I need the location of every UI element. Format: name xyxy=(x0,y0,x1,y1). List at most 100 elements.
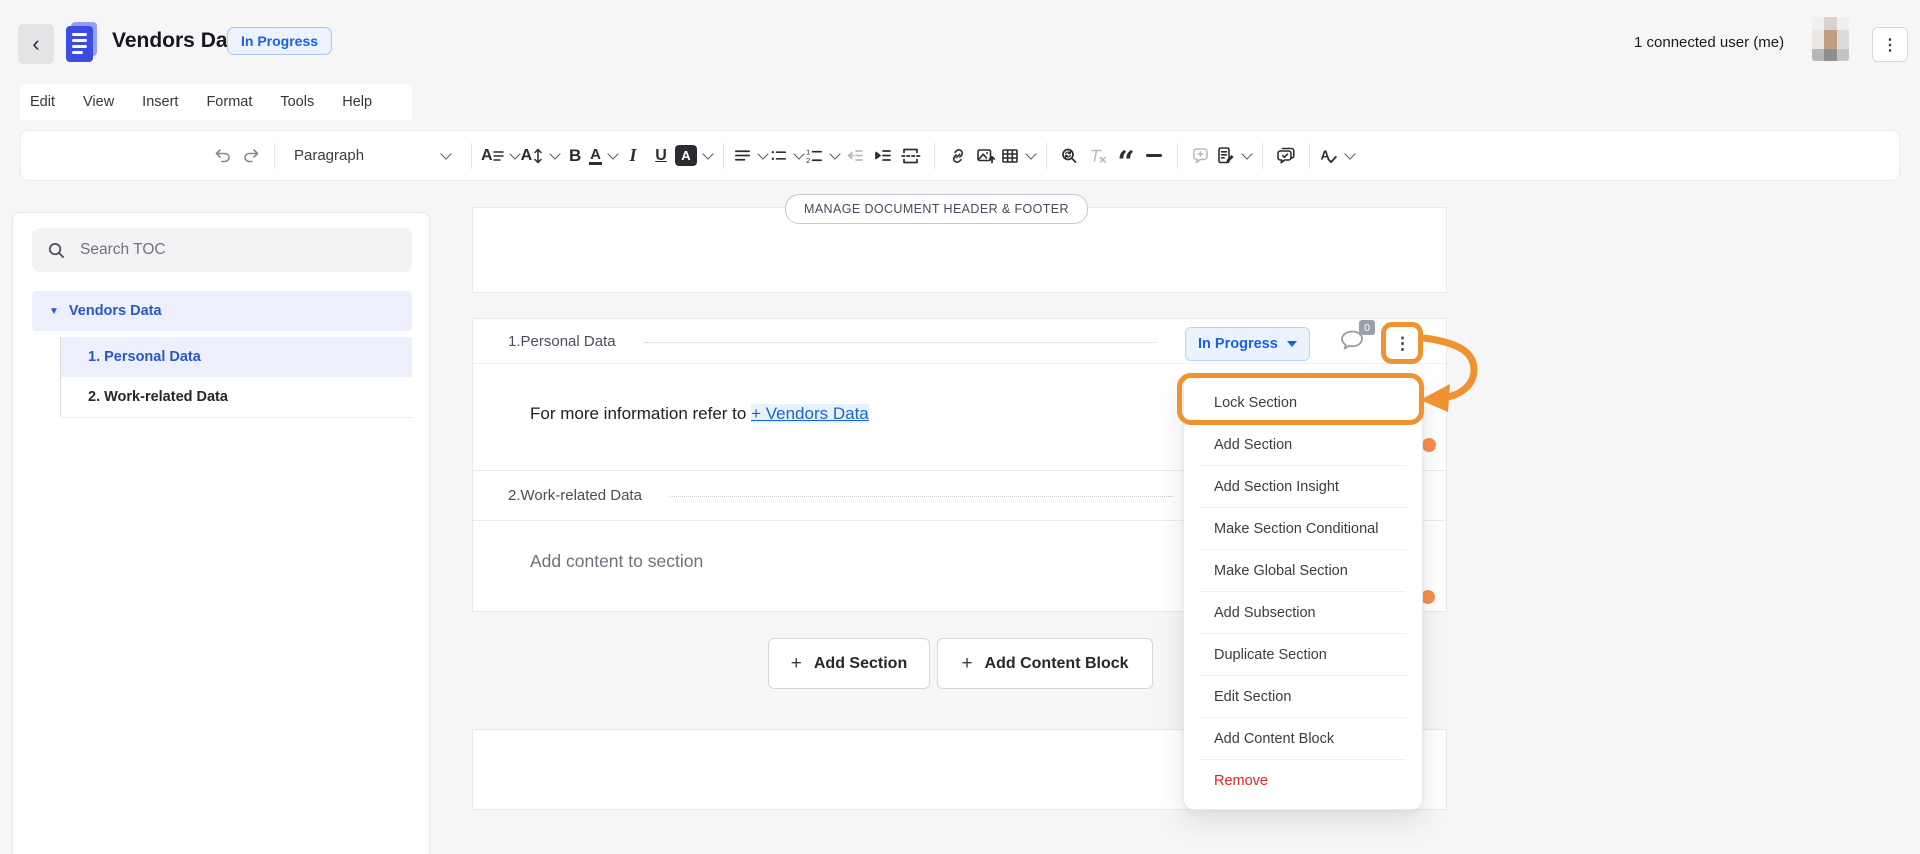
toolbar-divider xyxy=(1262,143,1263,169)
comment-marker-dot[interactable] xyxy=(1421,590,1435,604)
menu-help[interactable]: Help xyxy=(342,94,372,110)
menu-format[interactable]: Format xyxy=(206,94,252,110)
menu-item-make-section-conditional[interactable]: Make Section Conditional xyxy=(1184,508,1422,549)
chevron-down-icon xyxy=(509,148,520,159)
chevron-down-icon xyxy=(607,148,618,159)
underline-button[interactable]: U xyxy=(647,140,675,172)
manage-header-footer-button[interactable]: MANAGE DOCUMENT HEADER & FOOTER xyxy=(785,194,1088,224)
toc-item-vendors-data[interactable]: ▼ Vendors Data xyxy=(32,291,412,331)
section-title: 2.Work-related Data xyxy=(508,487,642,504)
toolbar-divider xyxy=(1046,143,1047,169)
document-edit-dropdown[interactable] xyxy=(1215,140,1253,172)
toolbar-divider xyxy=(471,143,472,169)
tree-divider xyxy=(61,417,412,418)
menu-item-make-global-section[interactable]: Make Global Section xyxy=(1184,550,1422,591)
paragraph-style-dropdown[interactable]: Paragraph xyxy=(288,147,458,164)
indent-button[interactable] xyxy=(869,140,897,172)
outdent-button[interactable] xyxy=(841,140,869,172)
italic-button[interactable]: I xyxy=(619,140,647,172)
horizontal-rule-button[interactable] xyxy=(1140,140,1168,172)
back-icon: ‹ xyxy=(32,31,39,57)
highlight-color-dropdown[interactable]: A xyxy=(675,140,714,172)
numbered-list-dropdown[interactable]: 12 xyxy=(805,140,841,172)
section-title-dotted-line xyxy=(670,496,1173,497)
app-window: ‹ Vendors Data In Progress 1 connected u… xyxy=(0,0,1920,854)
quote-icon: “ xyxy=(1117,158,1134,168)
menu-item-add-content-block[interactable]: Add Content Block xyxy=(1184,718,1422,759)
add-comment-button[interactable] xyxy=(1187,140,1215,172)
link-button[interactable] xyxy=(944,140,972,172)
find-replace-button[interactable] xyxy=(1056,140,1084,172)
font-size-dropdown[interactable]: A xyxy=(481,140,521,172)
plus-icon: + xyxy=(961,653,972,675)
chevron-down-icon xyxy=(1241,148,1252,159)
undo-button[interactable] xyxy=(209,140,237,172)
toolbar-divider xyxy=(1309,143,1310,169)
toolbar-divider xyxy=(934,143,935,169)
menu-item-duplicate-section[interactable]: Duplicate Section xyxy=(1184,634,1422,675)
vendors-data-link[interactable]: + Vendors Data xyxy=(751,404,869,423)
menu-view[interactable]: View xyxy=(83,94,114,110)
resolved-comments-button[interactable] xyxy=(1272,140,1300,172)
section-title-dotted-line xyxy=(644,342,1156,343)
spellcheck-dropdown[interactable]: A xyxy=(1319,140,1356,172)
section-title: 1.Personal Data xyxy=(508,333,616,350)
text-color-dropdown[interactable]: A xyxy=(589,140,619,172)
search-input[interactable] xyxy=(78,240,382,260)
section-context-menu: Lock Section Add Section Add Section Ins… xyxy=(1183,376,1423,810)
connected-users-label: 1 connected user (me) xyxy=(1634,34,1784,51)
table-dropdown[interactable] xyxy=(1000,140,1037,172)
caret-down-icon xyxy=(1287,341,1297,347)
search-icon xyxy=(47,241,66,260)
section-status-dropdown[interactable]: In Progress xyxy=(1185,327,1310,361)
document-icon xyxy=(66,24,94,62)
bold-button[interactable]: B xyxy=(561,140,589,172)
menu-tools[interactable]: Tools xyxy=(280,94,314,110)
menu-item-lock-section[interactable]: Lock Section xyxy=(1184,382,1422,423)
chevron-down-icon xyxy=(1025,148,1036,159)
clear-formatting-button[interactable] xyxy=(1084,140,1112,172)
add-section-button[interactable]: + Add Section xyxy=(768,638,930,689)
menu-item-add-subsection[interactable]: Add Subsection xyxy=(1184,592,1422,633)
redo-button[interactable] xyxy=(237,140,265,172)
toc-item-work-related-data[interactable]: 2. Work-related Data xyxy=(61,377,412,417)
back-button[interactable]: ‹ xyxy=(18,24,54,64)
menu-edit[interactable]: Edit xyxy=(30,94,55,110)
toolbar-divider xyxy=(723,143,724,169)
caret-down-icon: ▼ xyxy=(49,306,59,317)
menu-item-add-section[interactable]: Add Section xyxy=(1184,424,1422,465)
section-kebab-menu-button[interactable]: ⋮ xyxy=(1386,327,1419,360)
comment-marker-dot[interactable] xyxy=(1422,438,1436,452)
blockquote-button[interactable]: “ xyxy=(1112,140,1140,172)
image-upload-button[interactable] xyxy=(972,140,1000,172)
toc-item-personal-data[interactable]: 1. Personal Data xyxy=(61,337,412,377)
document-status-badge[interactable]: In Progress xyxy=(227,27,332,55)
kebab-icon: ⋮ xyxy=(1882,35,1898,55)
align-dropdown[interactable] xyxy=(733,140,769,172)
kebab-icon: ⋮ xyxy=(1394,334,1411,354)
menubar: Edit View Insert Format Tools Help xyxy=(20,84,412,120)
menu-item-add-section-insight[interactable]: Add Section Insight xyxy=(1184,466,1422,507)
comment-count-badge: 0 xyxy=(1359,320,1375,335)
line-spacing-dropdown[interactable]: A xyxy=(521,140,562,172)
chevron-down-icon xyxy=(829,148,840,159)
menu-item-edit-section[interactable]: Edit Section xyxy=(1184,676,1422,717)
chevron-down-icon xyxy=(702,148,713,159)
bullet-list-dropdown[interactable] xyxy=(769,140,805,172)
formatting-toolbar: Paragraph A A B A I U A xyxy=(20,130,1900,181)
chevron-down-icon xyxy=(1344,148,1355,159)
section-comments-button[interactable]: 0 xyxy=(1337,326,1373,360)
avatar[interactable] xyxy=(1812,17,1849,61)
chevron-down-icon xyxy=(757,148,768,159)
header-kebab-menu-button[interactable]: ⋮ xyxy=(1872,27,1908,62)
add-content-block-button[interactable]: + Add Content Block xyxy=(937,638,1153,689)
chevron-down-icon xyxy=(549,148,560,159)
menu-insert[interactable]: Insert xyxy=(142,94,178,110)
toolbar-divider xyxy=(274,143,275,169)
chevron-down-icon xyxy=(793,148,804,159)
section-2-placeholder[interactable]: Add content to section xyxy=(530,551,703,572)
section-1-body[interactable]: For more information refer to + Vendors … xyxy=(530,404,869,424)
page-break-button[interactable] xyxy=(897,140,925,172)
toc-search[interactable] xyxy=(32,228,412,272)
menu-item-remove[interactable]: Remove xyxy=(1184,760,1422,801)
